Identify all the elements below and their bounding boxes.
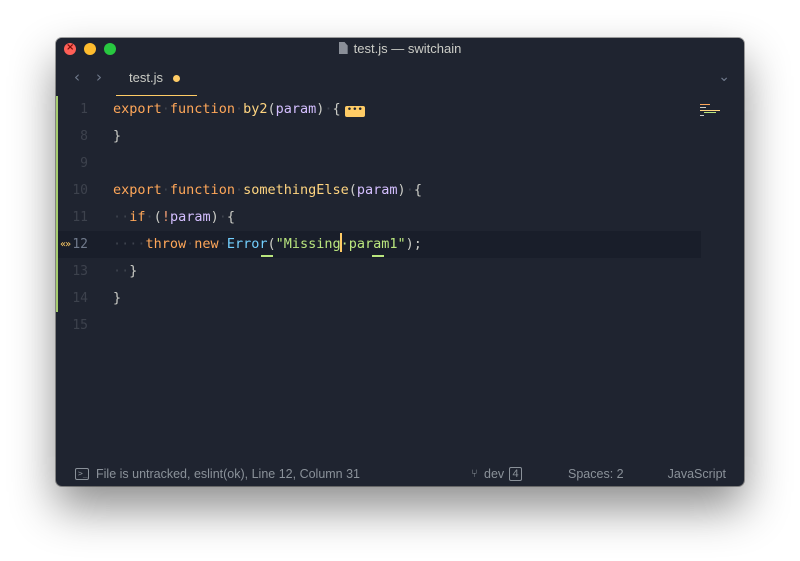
indentation-setting[interactable]: Spaces: 2 <box>568 462 624 486</box>
file-icon <box>338 42 348 54</box>
status-bar: >_ File is untracked, eslint(ok), Line 1… <box>56 462 744 486</box>
line-code: ··if·(!param)·{ <box>113 209 236 225</box>
line-number: 9 <box>80 156 88 171</box>
code-line[interactable]: 13 ··} <box>56 258 701 285</box>
git-changes-badge[interactable]: 4 <box>509 467 522 481</box>
chevron-down-icon[interactable]: ⌄ <box>718 69 730 85</box>
code-line[interactable]: 8 } <box>56 123 701 150</box>
git-added-marker <box>56 231 58 258</box>
title-bar: × test.js — switchain <box>56 38 744 60</box>
tab-test-js[interactable]: test.js <box>116 60 197 96</box>
git-added-marker <box>56 123 58 150</box>
tab-bar: ‹ › test.js ⌄ <box>56 60 744 96</box>
window-title: test.js — switchain <box>353 41 462 56</box>
code-line[interactable]: 11 ··if·(!param)·{ <box>56 204 701 231</box>
code-line[interactable]: 9 <box>56 150 701 177</box>
minimap[interactable] <box>700 104 724 118</box>
terminal-icon[interactable]: >_ <box>75 468 89 480</box>
line-code: ····throw·new·Error("Missing·param1"); <box>113 231 422 258</box>
line-code: ··} <box>113 263 138 279</box>
bracket-match-marker <box>261 255 273 257</box>
line-code: export·function·by2(param)·{••• <box>113 101 365 117</box>
status-message[interactable]: File is untracked, eslint(ok), Line 12, … <box>96 462 360 486</box>
git-added-marker <box>56 96 58 123</box>
git-added-marker <box>56 258 58 285</box>
code-line-current[interactable]: «» 12 ····throw·new·Error("Missing·param… <box>56 231 701 258</box>
bracket-match-marker <box>372 255 384 257</box>
chevron-right-icon[interactable]: › <box>96 69 102 85</box>
git-branch-name[interactable]: dev <box>484 462 504 486</box>
editor-window: × test.js — switchain ‹ › test.js ⌄ 1 ex… <box>56 38 744 486</box>
git-branch-icon: ⑂ <box>471 467 478 480</box>
tab-label: test.js <box>129 70 163 85</box>
unsaved-dot-icon[interactable] <box>173 75 180 82</box>
code-line[interactable]: 10 export·function·somethingElse(param)·… <box>56 177 701 204</box>
chevron-left-icon[interactable]: ‹ <box>74 69 80 85</box>
git-added-marker <box>56 204 58 231</box>
line-code: } <box>113 128 122 144</box>
line-number: 13 <box>72 264 88 279</box>
line-number: 11 <box>72 210 88 225</box>
line-number: 8 <box>80 129 88 144</box>
line-number: 14 <box>72 291 88 306</box>
git-added-marker <box>56 177 58 204</box>
folded-region-badge[interactable]: ••• <box>344 106 365 117</box>
line-number: 15 <box>72 318 88 333</box>
code-line[interactable]: 14 } <box>56 285 701 312</box>
line-number: 1 <box>80 102 88 117</box>
code-line[interactable]: 1 export·function·by2(param)·{••• <box>56 96 720 123</box>
code-editor[interactable]: 1 export·function·by2(param)·{••• 8 } 9 <box>56 96 744 456</box>
git-added-marker <box>56 150 58 177</box>
language-mode[interactable]: JavaScript <box>668 462 726 486</box>
line-code: export·function·somethingElse(param)·{ <box>113 182 422 198</box>
line-number: 10 <box>72 183 88 198</box>
git-added-marker <box>56 285 58 312</box>
code-line[interactable]: 15 <box>56 312 701 339</box>
window-title-group: test.js — switchain <box>56 41 744 57</box>
line-number: 12 <box>72 237 88 252</box>
line-code: } <box>113 290 122 306</box>
quote-lens-icon[interactable]: «» <box>60 231 71 258</box>
